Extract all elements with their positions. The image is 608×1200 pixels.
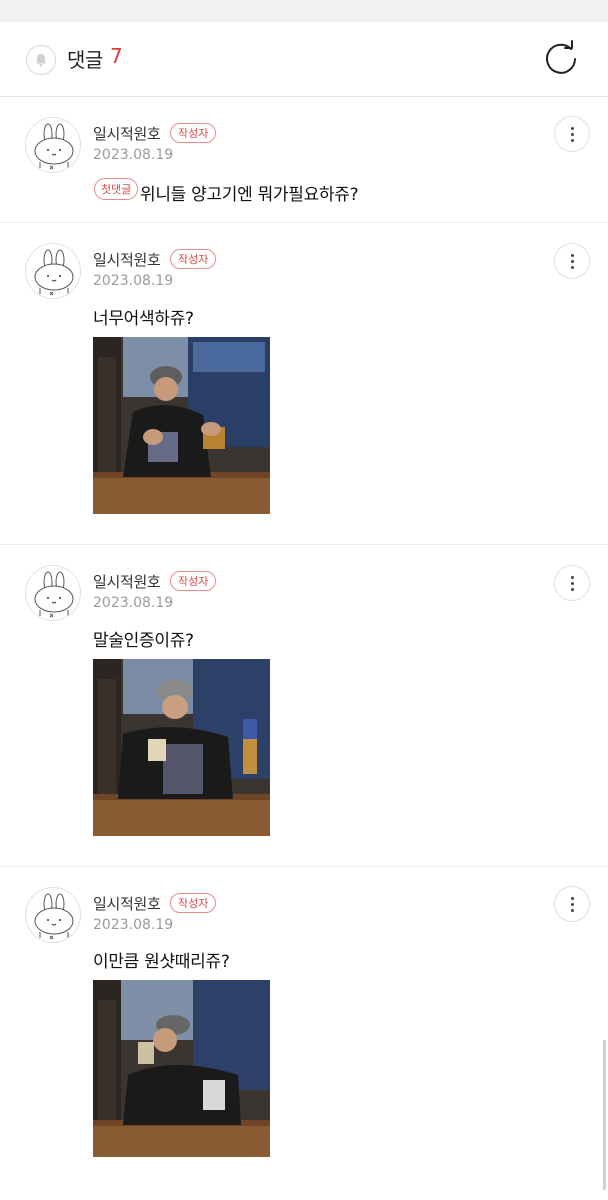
comment-author[interactable]: 일시적원호 [93, 123, 161, 144]
more-vertical-icon[interactable] [554, 243, 590, 279]
comment-date: 2023.08.19 [93, 147, 174, 163]
divider [0, 222, 608, 223]
divider [0, 866, 608, 867]
scrollbar[interactable] [603, 1040, 606, 1190]
comment-text: 이만큼 원샷때리쥬? [93, 952, 230, 972]
top-strip [0, 0, 608, 22]
photo-man-pouring-beer[interactable] [93, 337, 270, 514]
more-vertical-icon[interactable] [554, 116, 590, 152]
bunny-avatar-icon[interactable] [25, 887, 81, 943]
comment-text: 말술인증이쥬? [93, 631, 194, 651]
comment-date: 2023.08.19 [93, 273, 174, 289]
comment-date: 2023.08.19 [93, 595, 174, 611]
author-badge: 작성자 [170, 249, 217, 269]
comment-author[interactable]: 일시적원호 [93, 893, 161, 914]
bell-icon[interactable] [26, 45, 56, 75]
comments-count: 7 [110, 44, 123, 68]
refresh-icon[interactable] [541, 38, 581, 78]
comment-date: 2023.08.19 [93, 917, 174, 933]
comment-text: 너무어색하쥬? [93, 309, 194, 329]
bunny-avatar-icon[interactable] [25, 117, 81, 173]
first-comment-badge: 첫댓글 [94, 178, 139, 200]
more-vertical-icon[interactable] [554, 565, 590, 601]
author-badge: 작성자 [170, 571, 217, 591]
bunny-avatar-icon[interactable] [25, 565, 81, 621]
photo-man-drinking-glass[interactable] [93, 980, 270, 1157]
author-badge: 작성자 [170, 123, 217, 143]
comment-author[interactable]: 일시적원호 [93, 571, 161, 592]
photo-man-laughing-with-bottle[interactable] [93, 659, 270, 836]
divider [0, 544, 608, 545]
author-badge: 작성자 [170, 893, 217, 913]
comments-title: 댓글 [67, 48, 103, 72]
comment-text: 위니들 양고기엔 뭐가필요하쥬? [140, 185, 359, 205]
more-vertical-icon[interactable] [554, 886, 590, 922]
comment-author[interactable]: 일시적원호 [93, 249, 161, 270]
bunny-avatar-icon[interactable] [25, 243, 81, 299]
